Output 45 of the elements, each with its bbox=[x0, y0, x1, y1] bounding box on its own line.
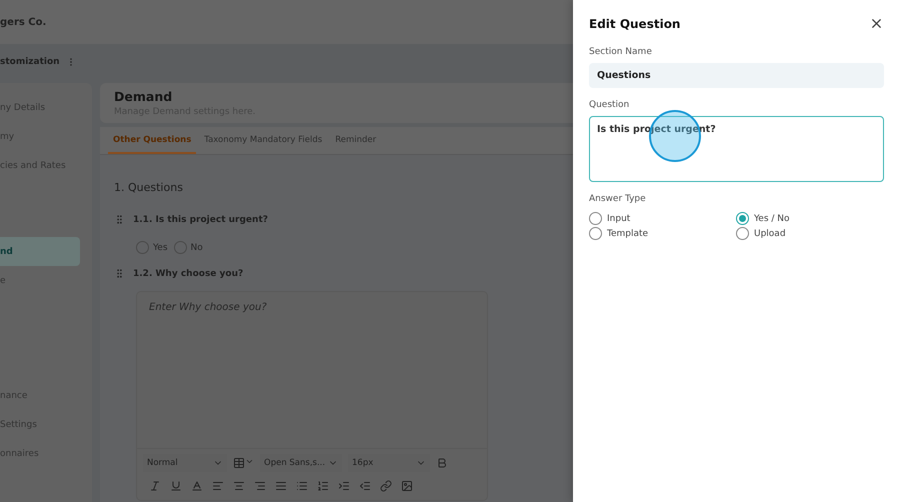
radio-button[interactable] bbox=[736, 227, 749, 240]
bold-icon[interactable] bbox=[436, 457, 448, 469]
radio-option[interactable]: No bbox=[174, 241, 203, 254]
drag-handle-icon[interactable] bbox=[114, 268, 125, 279]
question-label: 1.2. Why choose you? bbox=[133, 268, 244, 278]
radio-button[interactable] bbox=[136, 241, 149, 254]
company-name: gers Co. bbox=[0, 16, 46, 28]
tab[interactable]: Other Questions bbox=[108, 127, 196, 154]
editor-placeholder[interactable]: Enter Why choose you? bbox=[137, 292, 487, 448]
radio-option[interactable]: Template bbox=[589, 227, 736, 240]
align-right-icon[interactable] bbox=[254, 480, 266, 492]
italic-icon[interactable] bbox=[149, 480, 161, 492]
field-label: Section Name bbox=[589, 47, 653, 57]
radio-button[interactable] bbox=[174, 241, 187, 254]
question-label: 1.1. Is this project urgent? bbox=[133, 214, 268, 224]
section-name-field[interactable]: Questions bbox=[589, 63, 884, 88]
tab[interactable]: Taxonomy Mandatory Fields bbox=[199, 127, 328, 154]
image-icon[interactable] bbox=[401, 480, 413, 492]
underline-icon[interactable] bbox=[170, 480, 182, 492]
align-center-icon[interactable] bbox=[233, 480, 245, 492]
drag-handle-icon[interactable] bbox=[114, 214, 125, 225]
radio-button[interactable] bbox=[589, 212, 602, 225]
page-section-title: stomization bbox=[0, 57, 60, 67]
align-justify-icon[interactable] bbox=[275, 480, 287, 492]
sidebar-item[interactable]: nd bbox=[0, 237, 80, 266]
field-label: Answer Type bbox=[589, 194, 647, 204]
drawer-title: Edit Question bbox=[589, 16, 680, 30]
outdent-icon[interactable] bbox=[359, 480, 371, 492]
radio-option[interactable]: Upload bbox=[736, 227, 884, 240]
radio-option[interactable]: Yes / No bbox=[736, 212, 884, 225]
radio-option[interactable]: Yes bbox=[136, 241, 168, 254]
field-label: Question bbox=[589, 100, 630, 110]
section-title: 1. Questions bbox=[114, 181, 184, 194]
indent-icon[interactable] bbox=[338, 480, 350, 492]
numbered-list-icon[interactable] bbox=[317, 480, 329, 492]
link-icon[interactable] bbox=[380, 480, 392, 492]
radio-button[interactable] bbox=[589, 227, 602, 240]
align-left-icon[interactable] bbox=[212, 480, 224, 492]
radio-button[interactable] bbox=[736, 212, 749, 225]
tab[interactable]: Reminder bbox=[330, 127, 382, 154]
close-button[interactable] bbox=[869, 16, 884, 31]
text-color-icon[interactable] bbox=[191, 480, 203, 492]
table-icon[interactable] bbox=[233, 457, 254, 469]
radio-option[interactable]: Input bbox=[589, 212, 736, 225]
page-title: Demand bbox=[114, 89, 174, 104]
